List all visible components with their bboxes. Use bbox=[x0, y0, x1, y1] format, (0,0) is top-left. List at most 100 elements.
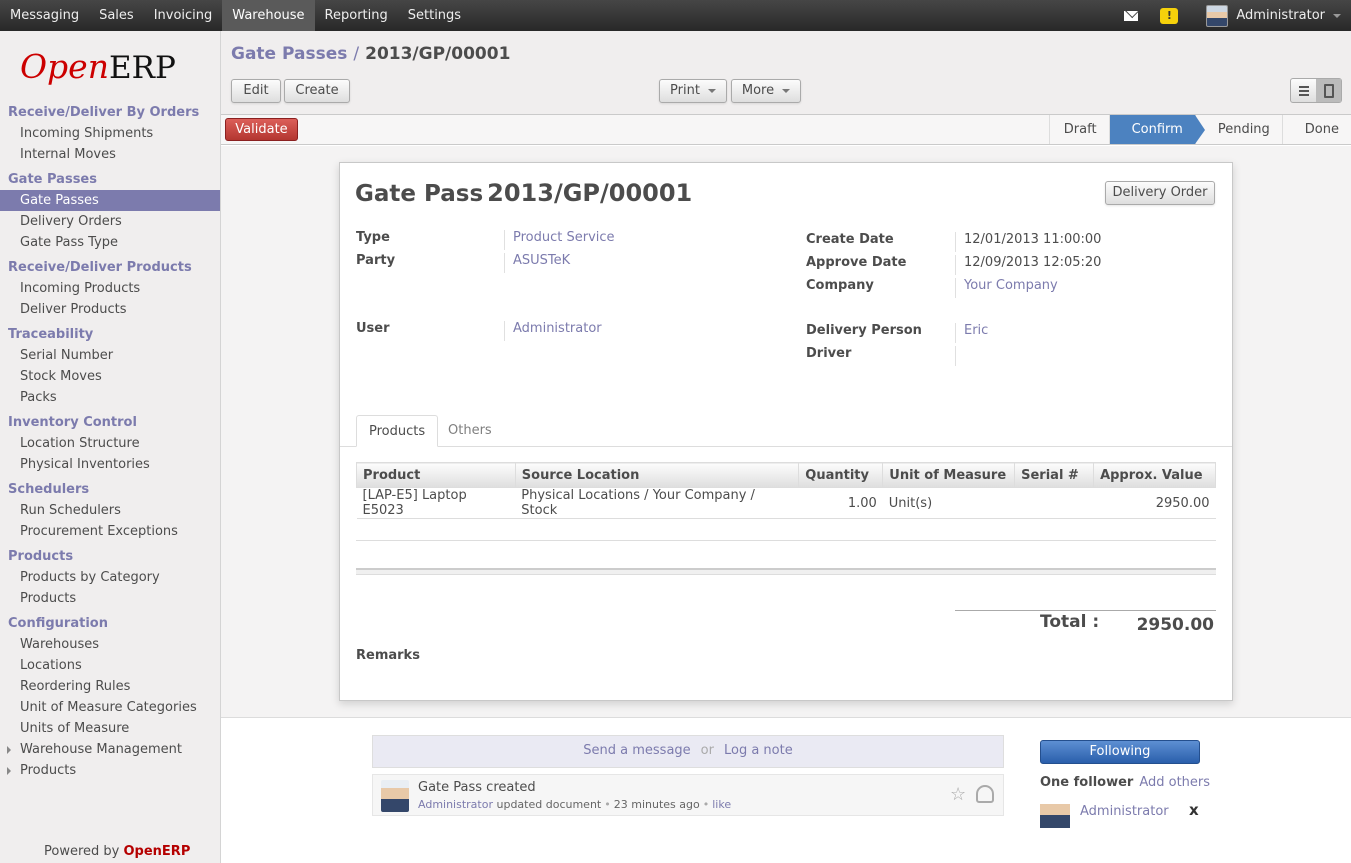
approve-date-label: Approve Date bbox=[806, 255, 907, 270]
more-dropdown[interactable]: More bbox=[731, 79, 801, 103]
sidebar-item-locations[interactable]: Locations bbox=[0, 655, 220, 676]
sidebar-item-incoming-shipments[interactable]: Incoming Shipments bbox=[0, 123, 220, 144]
sidebar-item-products[interactable]: Products bbox=[0, 588, 220, 609]
breadcrumb-current: 2013/GP/00001 bbox=[365, 44, 511, 64]
column-product[interactable]: Product bbox=[356, 462, 516, 488]
section-inventory-control: Inventory Control bbox=[8, 415, 137, 430]
message-item: Gate Pass created Administrator updated … bbox=[372, 774, 1004, 816]
delivery-person-value[interactable]: Eric bbox=[955, 323, 988, 343]
followers-summary: One follower Add others bbox=[1040, 775, 1240, 790]
list-icon bbox=[1298, 84, 1309, 98]
menu-sales[interactable]: Sales bbox=[89, 0, 144, 31]
follower-avatar bbox=[1040, 796, 1070, 828]
empty-row-divider bbox=[356, 540, 1216, 541]
menu-reporting[interactable]: Reporting bbox=[315, 0, 398, 31]
stage-draft: Draft bbox=[1048, 115, 1109, 144]
driver-label: Driver bbox=[806, 346, 852, 361]
sidebar-item-physical-inventories[interactable]: Physical Inventories bbox=[0, 454, 220, 475]
section-receive-deliver-by-orders: Receive/Deliver By Orders bbox=[8, 105, 200, 120]
mark-done-icon[interactable] bbox=[976, 785, 994, 803]
sidebar-item-packs[interactable]: Packs bbox=[0, 387, 220, 408]
mail-icon[interactable] bbox=[1124, 10, 1139, 21]
stage-done: Done bbox=[1281, 115, 1351, 144]
powered-brand-link[interactable]: OpenERP bbox=[124, 844, 191, 859]
approve-date-value: 12/09/2013 12:05:20 bbox=[955, 255, 1101, 275]
sidebar-item-location-structure[interactable]: Location Structure bbox=[0, 433, 220, 454]
column-approx-value[interactable]: Approx. Value bbox=[1093, 462, 1216, 488]
title-prefix: Gate Pass bbox=[355, 181, 484, 207]
section-receive-deliver-products: Receive/Deliver Products bbox=[8, 260, 192, 275]
add-others-link[interactable]: Add others bbox=[1139, 775, 1210, 790]
sidebar-item-units-of-measure[interactable]: Units of Measure bbox=[0, 718, 220, 739]
tab-others[interactable]: Others bbox=[436, 415, 504, 447]
company-value[interactable]: Your Company bbox=[955, 278, 1058, 298]
sidebar-item-warehouse-management[interactable]: Warehouse Management bbox=[0, 739, 220, 760]
sidebar-item-stock-moves[interactable]: Stock Moves bbox=[0, 366, 220, 387]
log-note-link[interactable]: Log a note bbox=[724, 743, 793, 758]
breadcrumb: Gate Passes /2013/GP/00001 bbox=[231, 44, 510, 64]
column-quantity[interactable]: Quantity bbox=[798, 462, 884, 488]
menu-settings[interactable]: Settings bbox=[398, 0, 471, 31]
sidebar-item-run-schedulers[interactable]: Run Schedulers bbox=[0, 500, 220, 521]
tab-products[interactable]: Products bbox=[356, 415, 439, 447]
column-source-location[interactable]: Source Location bbox=[514, 462, 800, 488]
form-view-button[interactable] bbox=[1316, 79, 1341, 102]
user-label: User bbox=[356, 321, 390, 336]
table-row[interactable]: [LAP-E5] Laptop E5023 Physical Locations… bbox=[356, 487, 1216, 519]
message-author-link[interactable]: Administrator bbox=[418, 798, 493, 811]
column-unit-of-measure[interactable]: Unit of Measure bbox=[882, 462, 1016, 488]
sidebar-item-deliver-products[interactable]: Deliver Products bbox=[0, 299, 220, 320]
follower-name-link[interactable]: Administrator bbox=[1080, 804, 1169, 819]
remarks-label: Remarks bbox=[356, 648, 420, 663]
print-dropdown[interactable]: Print bbox=[659, 79, 727, 103]
menu-invoicing[interactable]: Invoicing bbox=[144, 0, 223, 31]
type-value[interactable]: Product Service bbox=[504, 230, 615, 250]
column-serial[interactable]: Serial # bbox=[1014, 462, 1095, 488]
cell-serial bbox=[1014, 487, 1094, 519]
delivery-person-label: Delivery Person bbox=[806, 323, 922, 338]
compose-bar: Send a message or Log a note bbox=[372, 735, 1004, 768]
sidebar-item-uom-categories[interactable]: Unit of Measure Categories bbox=[0, 697, 220, 718]
user-menu[interactable]: Administrator bbox=[1236, 8, 1325, 23]
validate-button[interactable]: Validate bbox=[225, 118, 298, 141]
sidebar-item-gate-pass-type[interactable]: Gate Pass Type bbox=[0, 232, 220, 253]
breadcrumb-gate-passes[interactable]: Gate Passes bbox=[231, 44, 347, 64]
sidebar-item-products-by-category[interactable]: Products by Category bbox=[0, 567, 220, 588]
sidebar-item-procurement-exceptions[interactable]: Procurement Exceptions bbox=[0, 521, 220, 542]
star-icon[interactable]: ☆ bbox=[950, 784, 966, 805]
openerp-logo[interactable]: OpenERP bbox=[20, 47, 176, 86]
warning-icon[interactable]: ! bbox=[1160, 7, 1179, 24]
sidebar-item-incoming-products[interactable]: Incoming Products bbox=[0, 278, 220, 299]
like-link[interactable]: like bbox=[712, 798, 731, 811]
sidebar-item-reordering-rules[interactable]: Reordering Rules bbox=[0, 676, 220, 697]
sidebar-item-internal-moves[interactable]: Internal Moves bbox=[0, 144, 220, 165]
create-date-value: 12/01/2013 11:00:00 bbox=[955, 232, 1101, 252]
list-view-button[interactable] bbox=[1291, 79, 1316, 102]
menu-messaging[interactable]: Messaging bbox=[0, 0, 89, 31]
sidebar-item-config-products[interactable]: Products bbox=[0, 760, 220, 781]
edit-button[interactable]: Edit bbox=[231, 79, 281, 103]
chevron-down-icon[interactable] bbox=[1333, 13, 1341, 18]
party-value[interactable]: ASUSTeK bbox=[504, 253, 570, 273]
sidebar-item-gate-passes[interactable]: Gate Passes bbox=[0, 190, 220, 211]
stage-pending: Pending bbox=[1194, 115, 1282, 144]
following-button[interactable]: Following bbox=[1040, 740, 1200, 764]
sidebar-item-warehouses[interactable]: Warehouses bbox=[0, 634, 220, 655]
user-avatar[interactable] bbox=[1206, 4, 1229, 27]
cell-source-location: Physical Locations / Your Company / Stoc… bbox=[515, 487, 799, 519]
powered-prefix: Powered by bbox=[44, 844, 120, 859]
total-label: Total : bbox=[1040, 612, 1100, 632]
view-header: Gate Passes /2013/GP/00001 Edit Create Pr… bbox=[221, 31, 1351, 115]
send-message-link[interactable]: Send a message bbox=[583, 743, 690, 758]
sidebar-item-delivery-orders[interactable]: Delivery Orders bbox=[0, 211, 220, 232]
status-bar: Validate Draft Confirm Pending Done bbox=[221, 115, 1351, 145]
close-icon[interactable]: x bbox=[1189, 801, 1199, 819]
form-title: Gate Pass 2013/GP/00001 bbox=[355, 179, 692, 207]
create-button[interactable]: Create bbox=[284, 79, 350, 103]
menu-warehouse[interactable]: Warehouse bbox=[222, 0, 315, 31]
section-gate-passes: Gate Passes bbox=[8, 172, 97, 187]
user-value[interactable]: Administrator bbox=[504, 321, 602, 341]
stage-confirm: Confirm bbox=[1108, 115, 1206, 144]
delivery-order-button[interactable]: Delivery Order bbox=[1105, 181, 1215, 205]
sidebar-item-serial-number[interactable]: Serial Number bbox=[0, 345, 220, 366]
